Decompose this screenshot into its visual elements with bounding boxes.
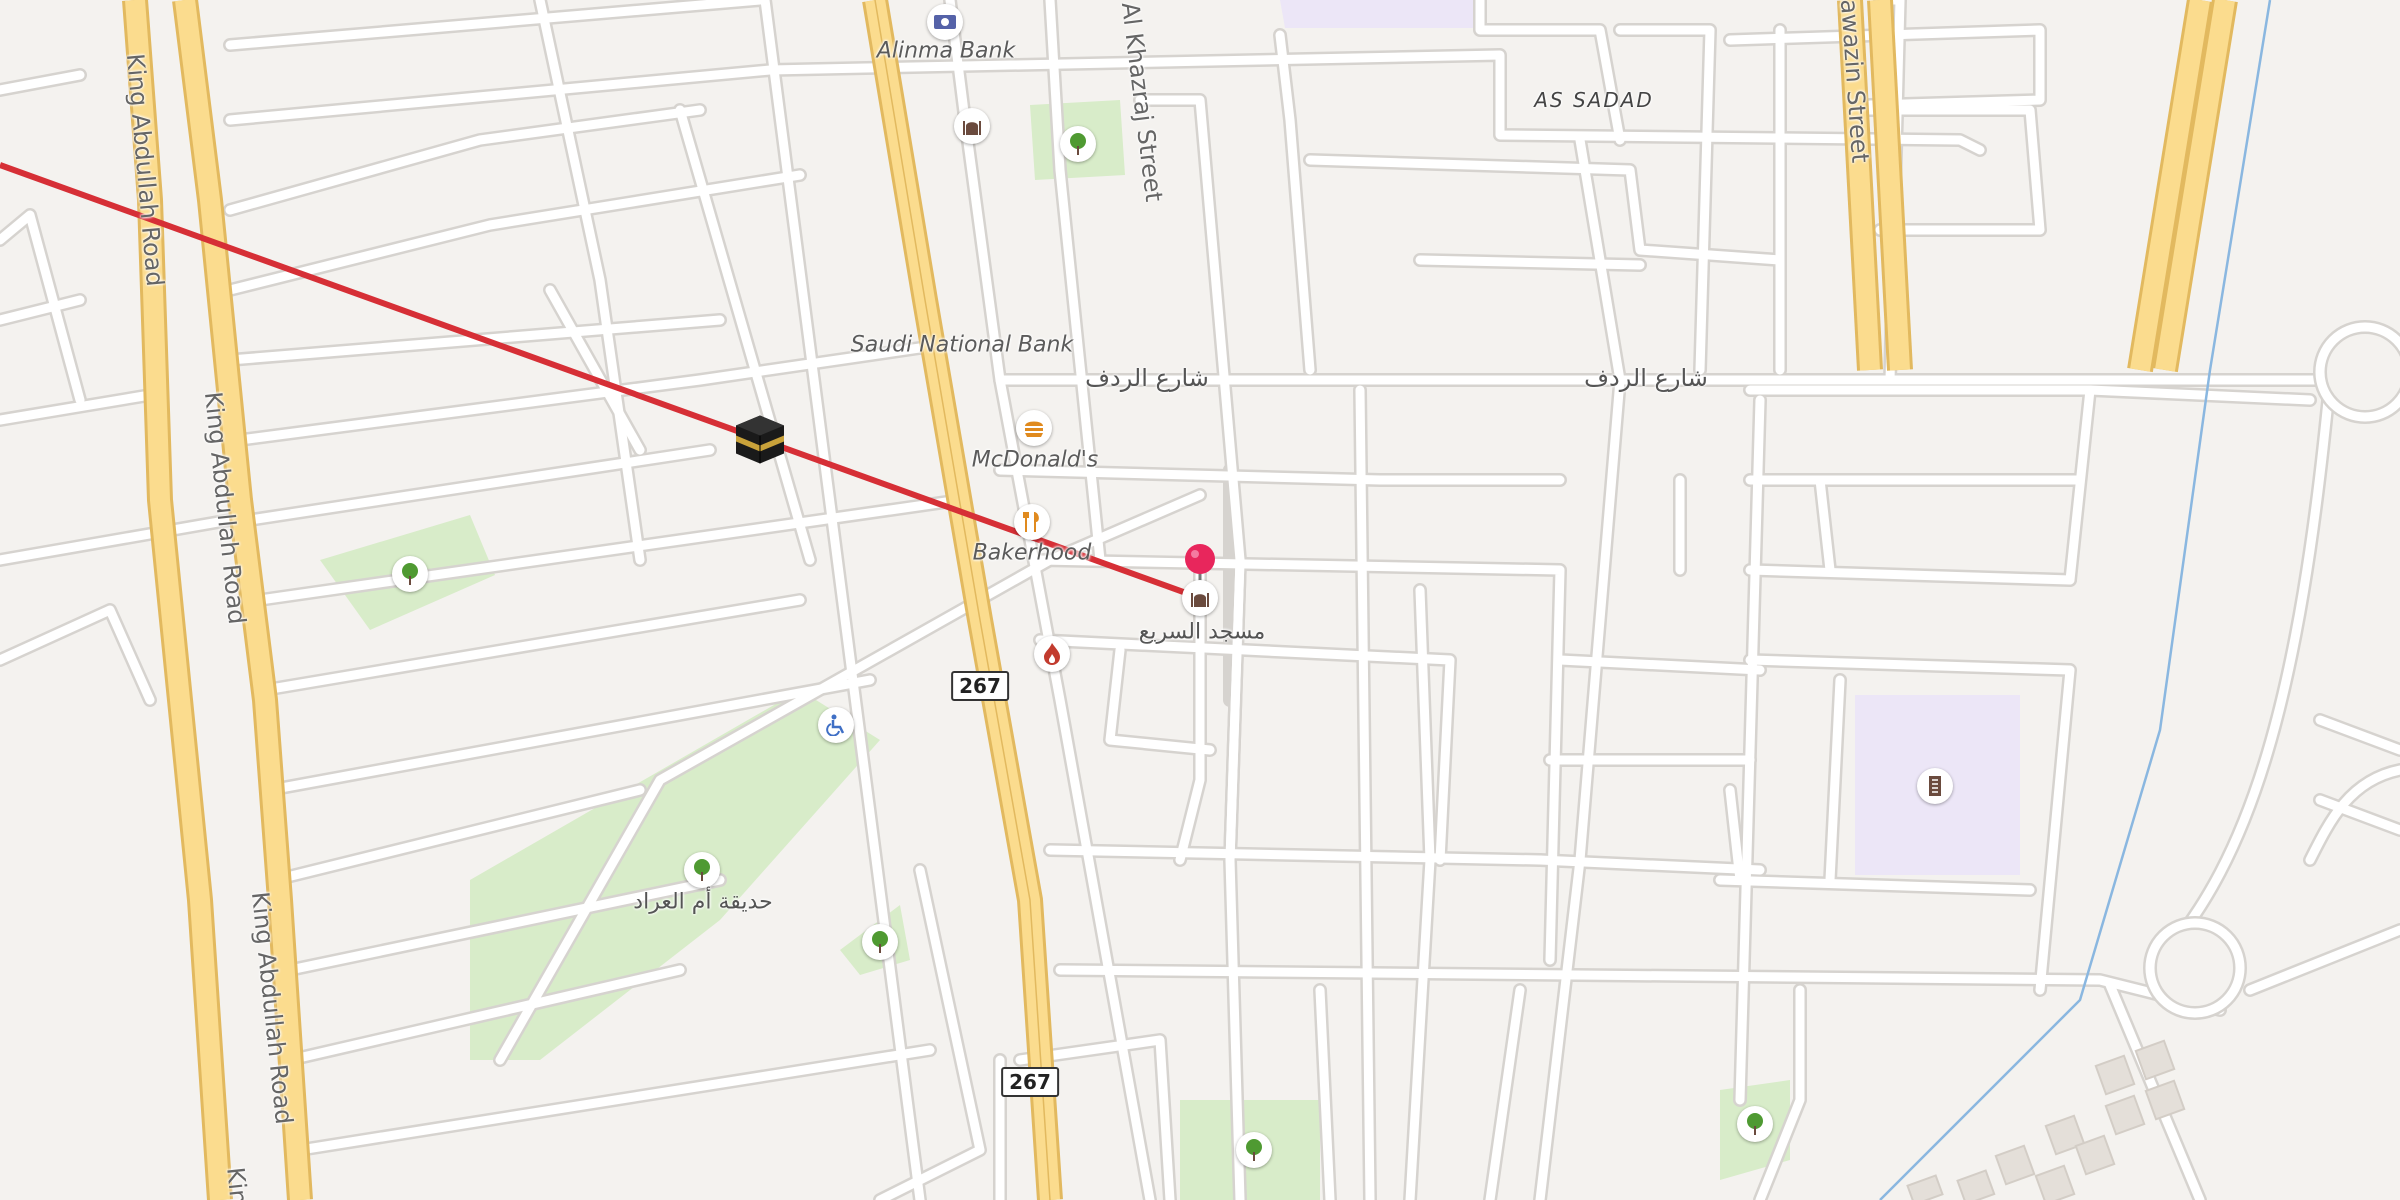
poi-label-park[interactable]: حديقة أم العراد: [633, 890, 772, 915]
road-label-king-abdullah: Kin: [221, 1165, 253, 1200]
tree-icon[interactable]: [1236, 1132, 1272, 1168]
mosque-icon[interactable]: [1182, 580, 1218, 616]
mosque-icon[interactable]: [954, 108, 990, 144]
poi-label-masjid[interactable]: مسجد السريع: [1139, 620, 1266, 645]
kaaba-icon: [732, 412, 788, 473]
top-area: [1280, 0, 1480, 28]
poi-label-alinma-bank[interactable]: Alinma Bank: [877, 39, 1015, 64]
school-icon[interactable]: [1917, 768, 1953, 804]
road-label-ardaf: شارع الردف: [1584, 364, 1708, 392]
wheelchair-icon[interactable]: [818, 707, 854, 743]
poi-label-saudi-national-bank[interactable]: Saudi National Bank: [851, 333, 1073, 358]
map-canvas[interactable]: 267 267 King Abdullah Road King Abdullah…: [0, 0, 2400, 1200]
area-label-as-sadad: AS SADAD: [1534, 88, 1654, 112]
bank-icon[interactable]: [927, 4, 963, 40]
burger-icon[interactable]: [1016, 410, 1052, 446]
tree-icon[interactable]: [684, 852, 720, 888]
tree-icon[interactable]: [1737, 1106, 1773, 1142]
restaurant-icon[interactable]: [1014, 504, 1050, 540]
tree-icon[interactable]: [1060, 126, 1096, 162]
route-shield-267: 267: [1001, 1067, 1059, 1097]
road-label-ardaf: شارع الردف: [1085, 364, 1209, 392]
fire-icon[interactable]: [1034, 636, 1070, 672]
poi-label-mcdonalds[interactable]: McDonald's: [972, 448, 1099, 473]
tree-icon[interactable]: [392, 556, 428, 592]
poi-label-bakerhood[interactable]: Bakerhood: [973, 541, 1092, 566]
route-shield-267: 267: [951, 671, 1009, 701]
tree-icon[interactable]: [862, 924, 898, 960]
